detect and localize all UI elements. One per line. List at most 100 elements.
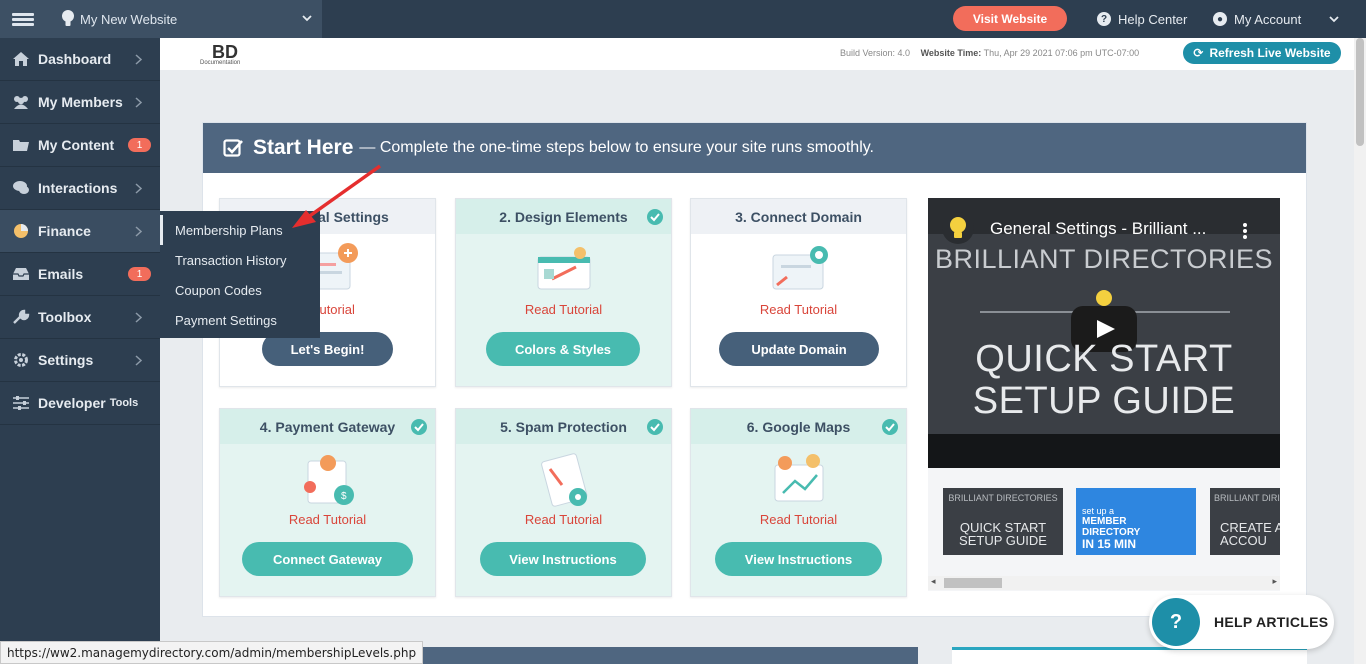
sidebar-item-label: Dashboard — [38, 51, 112, 67]
chevron-right-icon — [135, 312, 142, 323]
chevron-right-icon — [135, 54, 142, 65]
sidebar-item-dashboard[interactable]: Dashboard — [0, 38, 160, 81]
scroll-left-icon[interactable]: ◂ — [931, 576, 936, 587]
sidebar-item-label: Finance — [38, 223, 91, 239]
sidebar-item-emails[interactable]: Emails 1 — [0, 253, 160, 296]
gear-icon — [14, 353, 28, 367]
thumb-line2: SETUP GUIDE — [959, 533, 1047, 548]
notification-badge: 1 — [128, 267, 151, 281]
sidebar-item-label: Emails — [38, 266, 84, 282]
horizontal-scrollbar[interactable]: ◂ ▸ — [928, 576, 1280, 590]
panel-title: Start Here — [253, 136, 354, 159]
side-panel-header — [952, 647, 1307, 664]
read-tutorial-link[interactable]: Read Tutorial — [691, 512, 906, 527]
view-instructions-button[interactable]: View Instructions — [715, 542, 882, 576]
top-bar: My New Website Visit Website ? Help Cent… — [0, 0, 1366, 38]
sidebar-item-settings[interactable]: Settings — [0, 339, 160, 382]
help-articles-button[interactable]: ? HELP ARTICLES — [1149, 595, 1334, 649]
step-card-spam-protection: 5. Spam Protection Read Tutorial View In… — [455, 408, 672, 597]
logo-subtitle: Documentation — [200, 60, 241, 66]
build-bar: BD Documentation Build Version: 4.0 Webs… — [160, 38, 1354, 70]
sidebar-item-toolbox[interactable]: Toolbox — [0, 296, 160, 339]
thumb-line2: ACCOU — [1220, 533, 1267, 548]
sidebar-item-interactions[interactable]: Interactions — [0, 167, 160, 210]
read-tutorial-link[interactable]: Read Tutorial — [456, 302, 671, 317]
sidebar-item-my-members[interactable]: My Members — [0, 81, 160, 124]
flyout-item-transaction-history[interactable]: Transaction History — [160, 245, 320, 275]
view-instructions-button[interactable]: View Instructions — [480, 542, 646, 576]
pie-chart-icon — [14, 224, 28, 238]
visit-website-button[interactable]: Visit Website — [953, 6, 1067, 31]
read-tutorial-link[interactable]: Read Tutorial — [691, 302, 906, 317]
menu-toggle-button[interactable] — [0, 0, 45, 38]
user-icon: ● — [1213, 12, 1227, 26]
check-circle-icon — [647, 419, 663, 435]
site-name: My New Website — [80, 11, 178, 27]
refresh-label: Refresh Live Website — [1209, 46, 1331, 60]
payment-illustration-icon: $ — [304, 455, 354, 505]
thumbnail-member-directory[interactable]: set up a MEMBER DIRECTORY IN 15 MIN — [1076, 488, 1196, 555]
notification-badge: 1 — [128, 138, 151, 152]
scrollbar-thumb[interactable] — [1356, 38, 1364, 146]
question-icon: ? — [1097, 12, 1111, 26]
hamburger-icon — [11, 11, 34, 28]
chat-icon — [13, 181, 29, 194]
logo-text: BD — [212, 42, 238, 62]
maps-illustration-icon — [774, 454, 824, 502]
read-tutorial-link[interactable]: Read Tutorial — [456, 512, 671, 527]
status-bar-url: https://ww2.managemydirectory.com/admin/… — [0, 641, 424, 664]
thumbnail-quick-start[interactable]: BRILLIANT DIRECTORIES QUICK START SETUP … — [943, 488, 1063, 555]
lightbulb-icon — [950, 217, 966, 238]
sidebar-item-label: Developer — [38, 395, 106, 411]
spam-illustration-icon — [541, 453, 588, 507]
help-articles-label: HELP ARTICLES — [1214, 614, 1329, 630]
sidebar-item-finance[interactable]: Finance — [0, 210, 160, 253]
sidebar-item-my-content[interactable]: My Content 1 — [0, 124, 160, 167]
bd-logo[interactable]: BD Documentation — [200, 42, 306, 68]
update-domain-button[interactable]: Update Domain — [719, 332, 879, 366]
help-center-link[interactable]: ? Help Center — [1097, 0, 1187, 38]
build-version: Build Version: 4.0 — [840, 48, 911, 58]
step-card-design-elements: 2. Design Elements Read Tutorial Colors … — [455, 198, 672, 387]
question-icon: ? — [1152, 598, 1200, 646]
flyout-item-coupon-codes[interactable]: Coupon Codes — [160, 275, 320, 305]
sidebar-item-label: Interactions — [38, 180, 118, 196]
video-title[interactable]: General Settings - Brilliant ... — [990, 219, 1206, 239]
my-account-label: My Account — [1234, 11, 1302, 27]
more-options-icon[interactable] — [1242, 222, 1248, 240]
video-brand-text: BRILLIANT DIRECTORIES — [934, 244, 1274, 274]
sidebar-item-label: Settings — [38, 352, 94, 368]
my-account-menu[interactable]: ● My Account — [1213, 0, 1301, 38]
scrollbar-thumb[interactable] — [944, 578, 1002, 588]
colors-styles-button[interactable]: Colors & Styles — [486, 332, 640, 366]
chevron-right-icon — [135, 226, 142, 237]
channel-avatar[interactable] — [942, 212, 974, 244]
sidebar-item-developer-tools[interactable]: Developer Tools — [0, 382, 160, 425]
chevron-down-icon — [302, 15, 312, 22]
vertical-scrollbar[interactable] — [1354, 38, 1366, 664]
card-title: 5. Spam Protection — [456, 409, 671, 444]
thumb-line2: MEMBER — [1082, 516, 1127, 527]
read-tutorial-link[interactable]: Read Tutorial — [220, 512, 435, 527]
users-icon — [14, 96, 28, 109]
chevron-down-icon[interactable] — [1327, 12, 1341, 26]
refresh-live-website-button[interactable]: ⟳ Refresh Live Website — [1183, 42, 1341, 64]
flyout-item-payment-settings[interactable]: Payment Settings — [160, 305, 320, 335]
sidebar-item-label: My Members — [38, 94, 123, 110]
sidebar-item-label: Toolbox — [38, 309, 92, 325]
video-headline-line1: QUICK START — [975, 338, 1233, 380]
inbox-icon — [13, 268, 29, 280]
thumbnail-create-account[interactable]: BRILLIANT DIRI CREATE A ACCOU — [1210, 488, 1280, 555]
step-card-payment-gateway: 4. Payment Gateway $ Read Tutorial Conne… — [219, 408, 436, 597]
site-selector[interactable]: My New Website — [45, 0, 322, 38]
lightbulb-icon — [62, 10, 74, 26]
website-time-value: Thu, Apr 29 2021 07:06 pm UTC-07:00 — [983, 48, 1140, 58]
video-player[interactable]: General Settings - Brilliant ... BRILLIA… — [928, 198, 1280, 468]
chevron-right-icon — [135, 97, 142, 108]
scroll-right-icon[interactable]: ▸ — [1272, 576, 1277, 587]
card-title: 3. Connect Domain — [691, 199, 906, 234]
thumb-brand: BRILLIANT DIRECTORIES — [948, 493, 1058, 503]
card-title: 4. Payment Gateway — [220, 409, 435, 444]
connect-gateway-button[interactable]: Connect Gateway — [242, 542, 413, 576]
home-icon — [13, 52, 29, 66]
